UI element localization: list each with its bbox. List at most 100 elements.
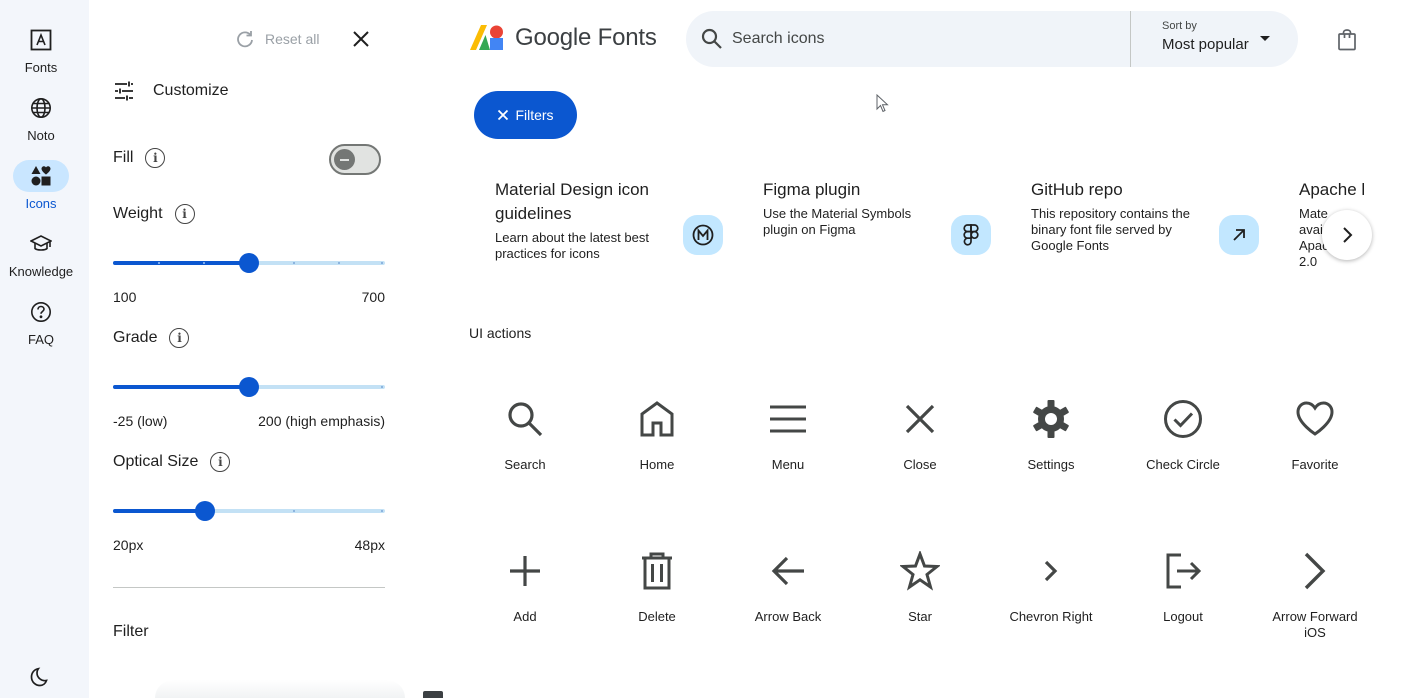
dropdown-caret-icon — [1260, 36, 1270, 41]
rail-label: Noto — [27, 128, 55, 143]
carousel-next-button[interactable] — [1322, 210, 1372, 260]
rail-label: Icons — [25, 196, 57, 211]
icon-label: Menu — [771, 457, 805, 472]
filters-label: Filters — [515, 107, 554, 123]
arrow-forward-ios-icon — [1304, 552, 1326, 590]
grade-slider-thumb[interactable] — [239, 377, 259, 397]
weight-label: Weight — [113, 205, 163, 222]
card-desc: This repository contains the binary font… — [1031, 206, 1190, 253]
resource-cards-carousel: Material Design icon guidelines Learn ab… — [470, 178, 1365, 288]
rail-item-fonts[interactable]: Fonts — [0, 24, 82, 75]
search-icon — [508, 402, 543, 437]
section-title-ui-actions: UI actions — [469, 325, 532, 341]
home-icon — [640, 401, 674, 437]
weight-slider[interactable] — [113, 253, 385, 273]
info-icon[interactable]: i — [174, 204, 195, 224]
icon-card-favorite[interactable]: Favorite — [1255, 399, 1375, 473]
google-fonts-logo[interactable]: Google Fonts — [470, 24, 657, 52]
star-icon — [900, 551, 940, 591]
selection-bag-button[interactable] — [1337, 29, 1357, 56]
close-icon — [905, 404, 935, 434]
info-icon[interactable]: i — [169, 328, 190, 348]
grade-row: Grade i — [113, 328, 190, 348]
favorite-icon — [1296, 401, 1334, 436]
figma-icon — [963, 224, 979, 246]
icon-card-arrow-forward-ios[interactable]: Arrow Forward iOS — [1255, 551, 1375, 641]
card-figma-plugin[interactable]: Figma plugin Use the Material Symbols pl… — [763, 178, 1013, 255]
settings-icon — [1033, 400, 1069, 438]
icon-card-logout[interactable]: Logout — [1123, 551, 1243, 625]
font-a-icon — [30, 29, 52, 51]
check-circle-icon — [1164, 400, 1202, 438]
google-fonts-logo-icon — [470, 25, 503, 50]
rail-label: Fonts — [24, 60, 58, 75]
rail-item-faq[interactable]: FAQ — [0, 296, 82, 347]
mouse-cursor-icon — [876, 94, 889, 113]
close-icon — [498, 109, 509, 121]
grade-slider[interactable] — [113, 377, 385, 397]
icon-label: Arrow Forward iOS — [1272, 609, 1358, 640]
theme-toggle-button[interactable] — [29, 666, 51, 693]
grade-range-labels: -25 (low) 200 (high emphasis) — [113, 413, 385, 429]
icon-card-menu[interactable]: Menu — [728, 399, 848, 473]
customize-title: Customize — [153, 82, 229, 99]
icon-card-close[interactable]: Close — [860, 399, 980, 473]
search-bar: Sort by Most popular — [686, 11, 1298, 67]
icon-card-settings[interactable]: Settings — [991, 399, 1111, 473]
reset-all-label: Reset all — [265, 31, 320, 47]
sort-dropdown[interactable]: Sort by Most popular — [1162, 20, 1249, 53]
card-material-guidelines[interactable]: Material Design icon guidelines Learn ab… — [495, 178, 745, 262]
toggle-knob — [334, 149, 355, 170]
card-title: GitHub repo — [1031, 180, 1123, 199]
chevron-right-icon — [1044, 560, 1058, 582]
icon-card-delete[interactable]: Delete — [597, 551, 717, 625]
icon-card-star[interactable]: Star — [860, 551, 980, 625]
search-separator — [1130, 11, 1131, 67]
menu-icon — [770, 405, 806, 433]
icon-label: Chevron Right — [1009, 609, 1093, 624]
icon-card-chevron-right[interactable]: Chevron Right — [991, 551, 1111, 625]
search-input[interactable] — [732, 27, 1112, 51]
search-icon — [701, 28, 722, 49]
globe-icon — [31, 98, 51, 118]
optical-size-slider[interactable] — [113, 501, 385, 521]
card-desc: Use the Material Symbols plugin on Figma — [763, 206, 912, 237]
info-icon[interactable]: i — [210, 452, 231, 472]
arrow-outward-icon — [1233, 229, 1245, 241]
icon-card-search[interactable]: Search — [465, 399, 585, 473]
icon-label: Favorite — [1291, 457, 1339, 472]
optical-size-row: Optical Size i — [113, 452, 231, 472]
reset-all-button[interactable]: Reset all — [235, 29, 319, 49]
fill-row: Fill i — [113, 148, 166, 168]
icon-label: Search — [504, 457, 546, 472]
rail-item-knowledge[interactable]: Knowledge — [0, 228, 82, 279]
icon-card-arrow-back[interactable]: Arrow Back — [728, 551, 848, 625]
tune-icon — [115, 81, 133, 101]
add-icon — [510, 556, 540, 586]
filters-button[interactable]: Filters — [474, 91, 577, 139]
close-panel-button[interactable] — [351, 29, 371, 54]
icon-card-check-circle[interactable]: Check Circle — [1123, 399, 1243, 473]
shapes-icon — [31, 166, 51, 186]
card-badge — [951, 215, 991, 255]
weight-range-labels: 100 700 — [113, 289, 385, 305]
shopping-bag-icon — [1338, 29, 1356, 51]
grade-label: Grade — [113, 329, 158, 346]
optical-size-slider-thumb[interactable] — [195, 501, 215, 521]
rail-item-noto[interactable]: Noto — [0, 92, 82, 143]
weight-slider-thumb[interactable] — [239, 253, 259, 273]
icon-card-home[interactable]: Home — [597, 399, 717, 473]
rail-label: Knowledge — [8, 264, 74, 279]
info-icon[interactable]: i — [145, 148, 166, 168]
card-github-repo[interactable]: GitHub repo This repository contains the… — [1031, 178, 1281, 255]
refresh-icon — [237, 31, 253, 48]
panel-divider — [113, 587, 385, 588]
rail-item-icons[interactable]: Icons — [0, 160, 82, 211]
fill-toggle[interactable] — [329, 144, 381, 175]
icon-label: Home — [639, 457, 675, 472]
sort-value: Most popular — [1162, 36, 1249, 53]
logout-icon — [1166, 553, 1202, 589]
sort-label: Sort by — [1162, 20, 1197, 32]
nav-rail: Fonts Noto Icons Knowledge FAQ — [0, 0, 89, 698]
icon-card-add[interactable]: Add — [465, 551, 585, 625]
